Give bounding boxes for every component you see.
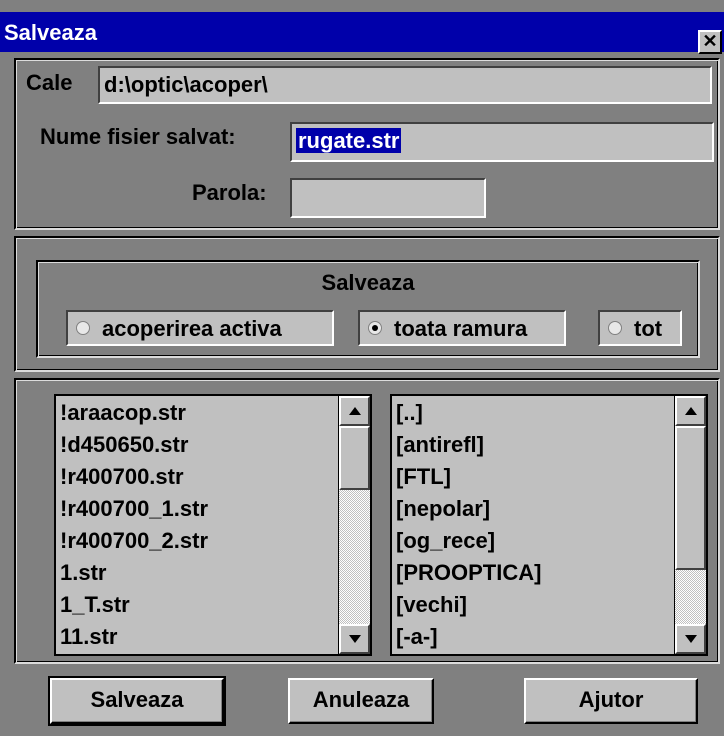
filename-text: rugate.str xyxy=(296,128,402,154)
path-label: Cale xyxy=(26,70,73,95)
scroll-up-button[interactable] xyxy=(675,396,706,426)
list-item[interactable]: [-a-] xyxy=(396,624,438,650)
save-dialog: Salveaza ✕ Cale d:\optic\acoper\ Nume fi… xyxy=(0,0,724,736)
filename-input[interactable]: rugate.str xyxy=(290,122,714,162)
password-input[interactable] xyxy=(290,178,486,218)
list-item[interactable]: !r400700.str xyxy=(60,464,184,490)
save-options-title: Salveaza xyxy=(321,270,415,295)
list-item[interactable]: [..] xyxy=(396,400,423,426)
save-options-panel: Salveaza acoperirea activa toata ramura … xyxy=(14,236,720,372)
radio-tot[interactable]: tot xyxy=(598,310,682,346)
save-options-group: Salveaza acoperirea activa toata ramura … xyxy=(36,260,700,358)
radio-label: toata ramura xyxy=(394,316,528,341)
arrow-up-icon xyxy=(685,407,697,415)
list-item[interactable]: !r400700_1.str xyxy=(60,496,208,522)
scroll-up-button[interactable] xyxy=(339,396,370,426)
arrow-down-icon xyxy=(685,635,697,643)
list-item[interactable]: [vechi] xyxy=(396,592,467,618)
radio-label: acoperirea activa xyxy=(102,316,282,341)
directory-list-scrollbar[interactable] xyxy=(674,396,706,654)
cancel-button[interactable]: Anuleaza xyxy=(288,678,434,724)
scroll-thumb[interactable] xyxy=(339,426,370,490)
filename-value: rugate.str xyxy=(296,128,402,153)
list-item[interactable]: !r400700_2.str xyxy=(60,528,208,554)
path-value: d:\optic\acoper\ xyxy=(104,72,268,97)
list-item[interactable]: 1_T.str xyxy=(60,592,130,618)
file-list-scrollbar[interactable] xyxy=(338,396,370,654)
list-item[interactable]: [nepolar] xyxy=(396,496,490,522)
scroll-down-button[interactable] xyxy=(675,624,706,654)
list-item[interactable]: [antirefl] xyxy=(396,432,484,458)
arrow-down-icon xyxy=(349,635,361,643)
radio-acoperirea-activa[interactable]: acoperirea activa xyxy=(66,310,334,346)
close-button[interactable]: ✕ xyxy=(698,30,722,54)
list-item[interactable]: 11.str xyxy=(60,624,118,650)
list-item[interactable]: 1.str xyxy=(60,560,106,586)
radio-unselected-icon xyxy=(608,321,622,335)
list-item[interactable]: [FTL] xyxy=(396,464,451,490)
title-bar[interactable]: Salveaza ✕ xyxy=(0,12,724,54)
list-item[interactable]: [og_rece] xyxy=(396,528,495,554)
save-button[interactable]: Salveaza xyxy=(48,676,226,726)
password-label: Parola: xyxy=(192,180,267,205)
radio-label: tot xyxy=(634,316,663,341)
help-button[interactable]: Ajutor xyxy=(524,678,698,724)
directory-list[interactable]: [..] [antirefl] [FTL] [nepolar] [og_rece… xyxy=(390,394,708,656)
radio-selected-icon xyxy=(368,321,382,335)
path-field: d:\optic\acoper\ xyxy=(98,66,712,104)
scroll-thumb[interactable] xyxy=(675,426,706,570)
window-title: Salveaza xyxy=(4,20,97,45)
list-item[interactable]: [PROOPTICA] xyxy=(396,560,541,586)
file-info-panel: Cale d:\optic\acoper\ Nume fisier salvat… xyxy=(14,58,720,230)
arrow-up-icon xyxy=(349,407,361,415)
filename-label: Nume fisier salvat: xyxy=(40,124,236,149)
list-item[interactable]: !araacop.str xyxy=(60,400,186,426)
file-list[interactable]: !araacop.str !d450650.str !r400700.str !… xyxy=(54,394,372,656)
browser-panel: !araacop.str !d450650.str !r400700.str !… xyxy=(14,378,720,664)
list-item[interactable]: !d450650.str xyxy=(60,432,188,458)
radio-toata-ramura[interactable]: toata ramura xyxy=(358,310,566,346)
radio-unselected-icon xyxy=(76,321,90,335)
scroll-down-button[interactable] xyxy=(339,624,370,654)
close-icon: ✕ xyxy=(702,31,718,51)
